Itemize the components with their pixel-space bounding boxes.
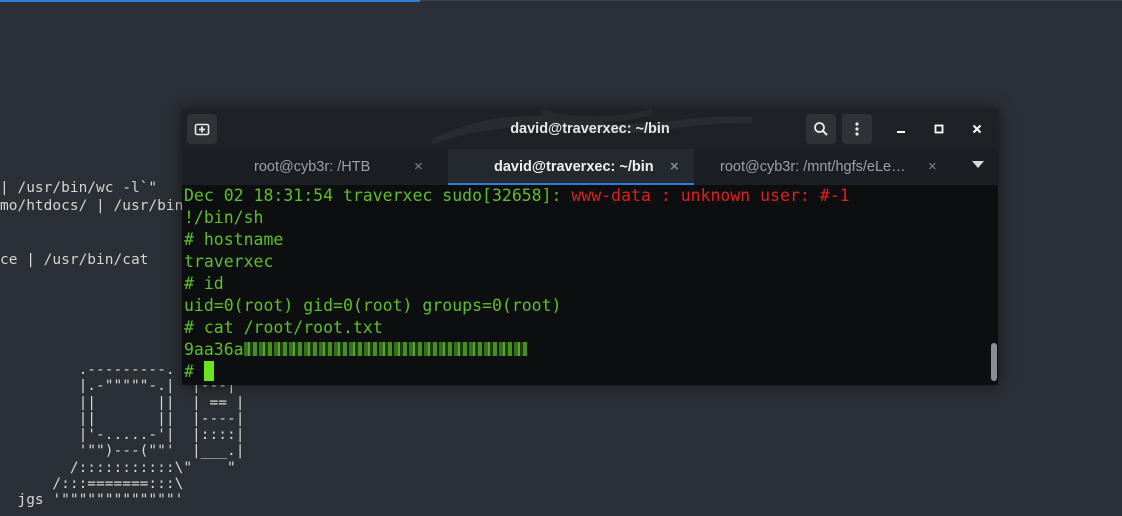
ascii-art-line: || || |----| <box>0 410 245 427</box>
ascii-art-line: '"")---(""' |___.| <box>0 443 245 460</box>
minimize-icon <box>897 131 905 133</box>
terminal-cursor <box>203 361 214 381</box>
tab-close-icon[interactable]: × <box>414 149 423 185</box>
scrollbar-thumb[interactable] <box>991 343 997 381</box>
terminal-line: # id <box>184 274 224 293</box>
redacted-flag <box>243 342 528 356</box>
terminal-window: david@traverxec: ~/bin root@cyb3r: /HTB … <box>182 109 998 385</box>
log-line: Dec 02 18:31:54 traverxec sudo[32658]: w… <box>184 185 850 207</box>
background-line: mo/htdocs/ | /usr/bin <box>0 198 184 214</box>
ascii-art-line: |'-.....-'| |::::| <box>0 427 245 444</box>
close-icon <box>972 124 982 134</box>
terminal-line: !/bin/sh <box>184 208 264 227</box>
terminal-line: # cat /root/root.txt <box>184 318 383 337</box>
tab-bar: root@cyb3r: /HTB × david@traverxec: ~/bi… <box>182 149 998 185</box>
title-bar[interactable]: david@traverxec: ~/bin <box>182 109 998 149</box>
tab-list-dropdown-icon[interactable] <box>972 161 984 168</box>
tab-close-icon[interactable]: × <box>928 149 937 185</box>
ascii-art-line: jgs '"""""""""""""' <box>0 492 184 509</box>
terminal-line: uid=0(root) gid=0(root) groups=0(root) <box>184 296 562 315</box>
flag-line: 9aa36a <box>184 339 528 361</box>
ascii-art-line: || || | == | <box>0 394 245 411</box>
window-title: david@traverxec: ~/bin <box>510 121 670 137</box>
prompt-line: # <box>184 361 214 383</box>
search-icon <box>814 122 828 136</box>
ascii-art-line: /:::=======:::\ <box>0 476 184 493</box>
search-button[interactable] <box>806 114 836 144</box>
tab-root-htb[interactable]: root@cyb3r: /HTB × <box>182 149 448 185</box>
minimize-button[interactable] <box>886 114 916 144</box>
menu-button[interactable] <box>842 114 872 144</box>
prompt: # <box>184 362 204 381</box>
background-line: | /usr/bin/wc -l`" <box>0 180 158 196</box>
tab-label: root@cyb3r: /HTB <box>254 159 371 175</box>
tab-david-traverxec[interactable]: david@traverxec: ~/bin × <box>448 149 694 185</box>
tab-label: root@cyb3r: /mnt/hgfs/eLe… <box>720 159 906 175</box>
flag-visible-text: 9aa36a <box>184 340 244 359</box>
background-line: ce | /usr/bin/cat <box>0 252 149 268</box>
close-window-button[interactable] <box>962 114 992 144</box>
terminal-output[interactable]: Dec 02 18:31:54 traverxec sudo[32658]: w… <box>182 185 990 385</box>
terminal-line: traverxec <box>184 252 274 271</box>
tab-close-icon[interactable]: × <box>670 149 679 185</box>
tab-label: david@traverxec: ~/bin <box>494 159 654 175</box>
ascii-art-line: /:::::::::::\" " <box>0 459 236 476</box>
tab-root-mnt-hgfs[interactable]: root@cyb3r: /mnt/hgfs/eLe… × <box>694 149 956 185</box>
log-prefix: Dec 02 18:31:54 traverxec sudo[32658]: <box>184 186 572 205</box>
log-error: www-data : unknown user: #-1 <box>571 186 850 205</box>
kebab-menu-icon <box>855 122 859 136</box>
maximize-icon <box>934 124 944 134</box>
scrollbar[interactable] <box>990 185 998 385</box>
maximize-button[interactable] <box>924 114 954 144</box>
terminal-line: # hostname <box>184 230 284 249</box>
